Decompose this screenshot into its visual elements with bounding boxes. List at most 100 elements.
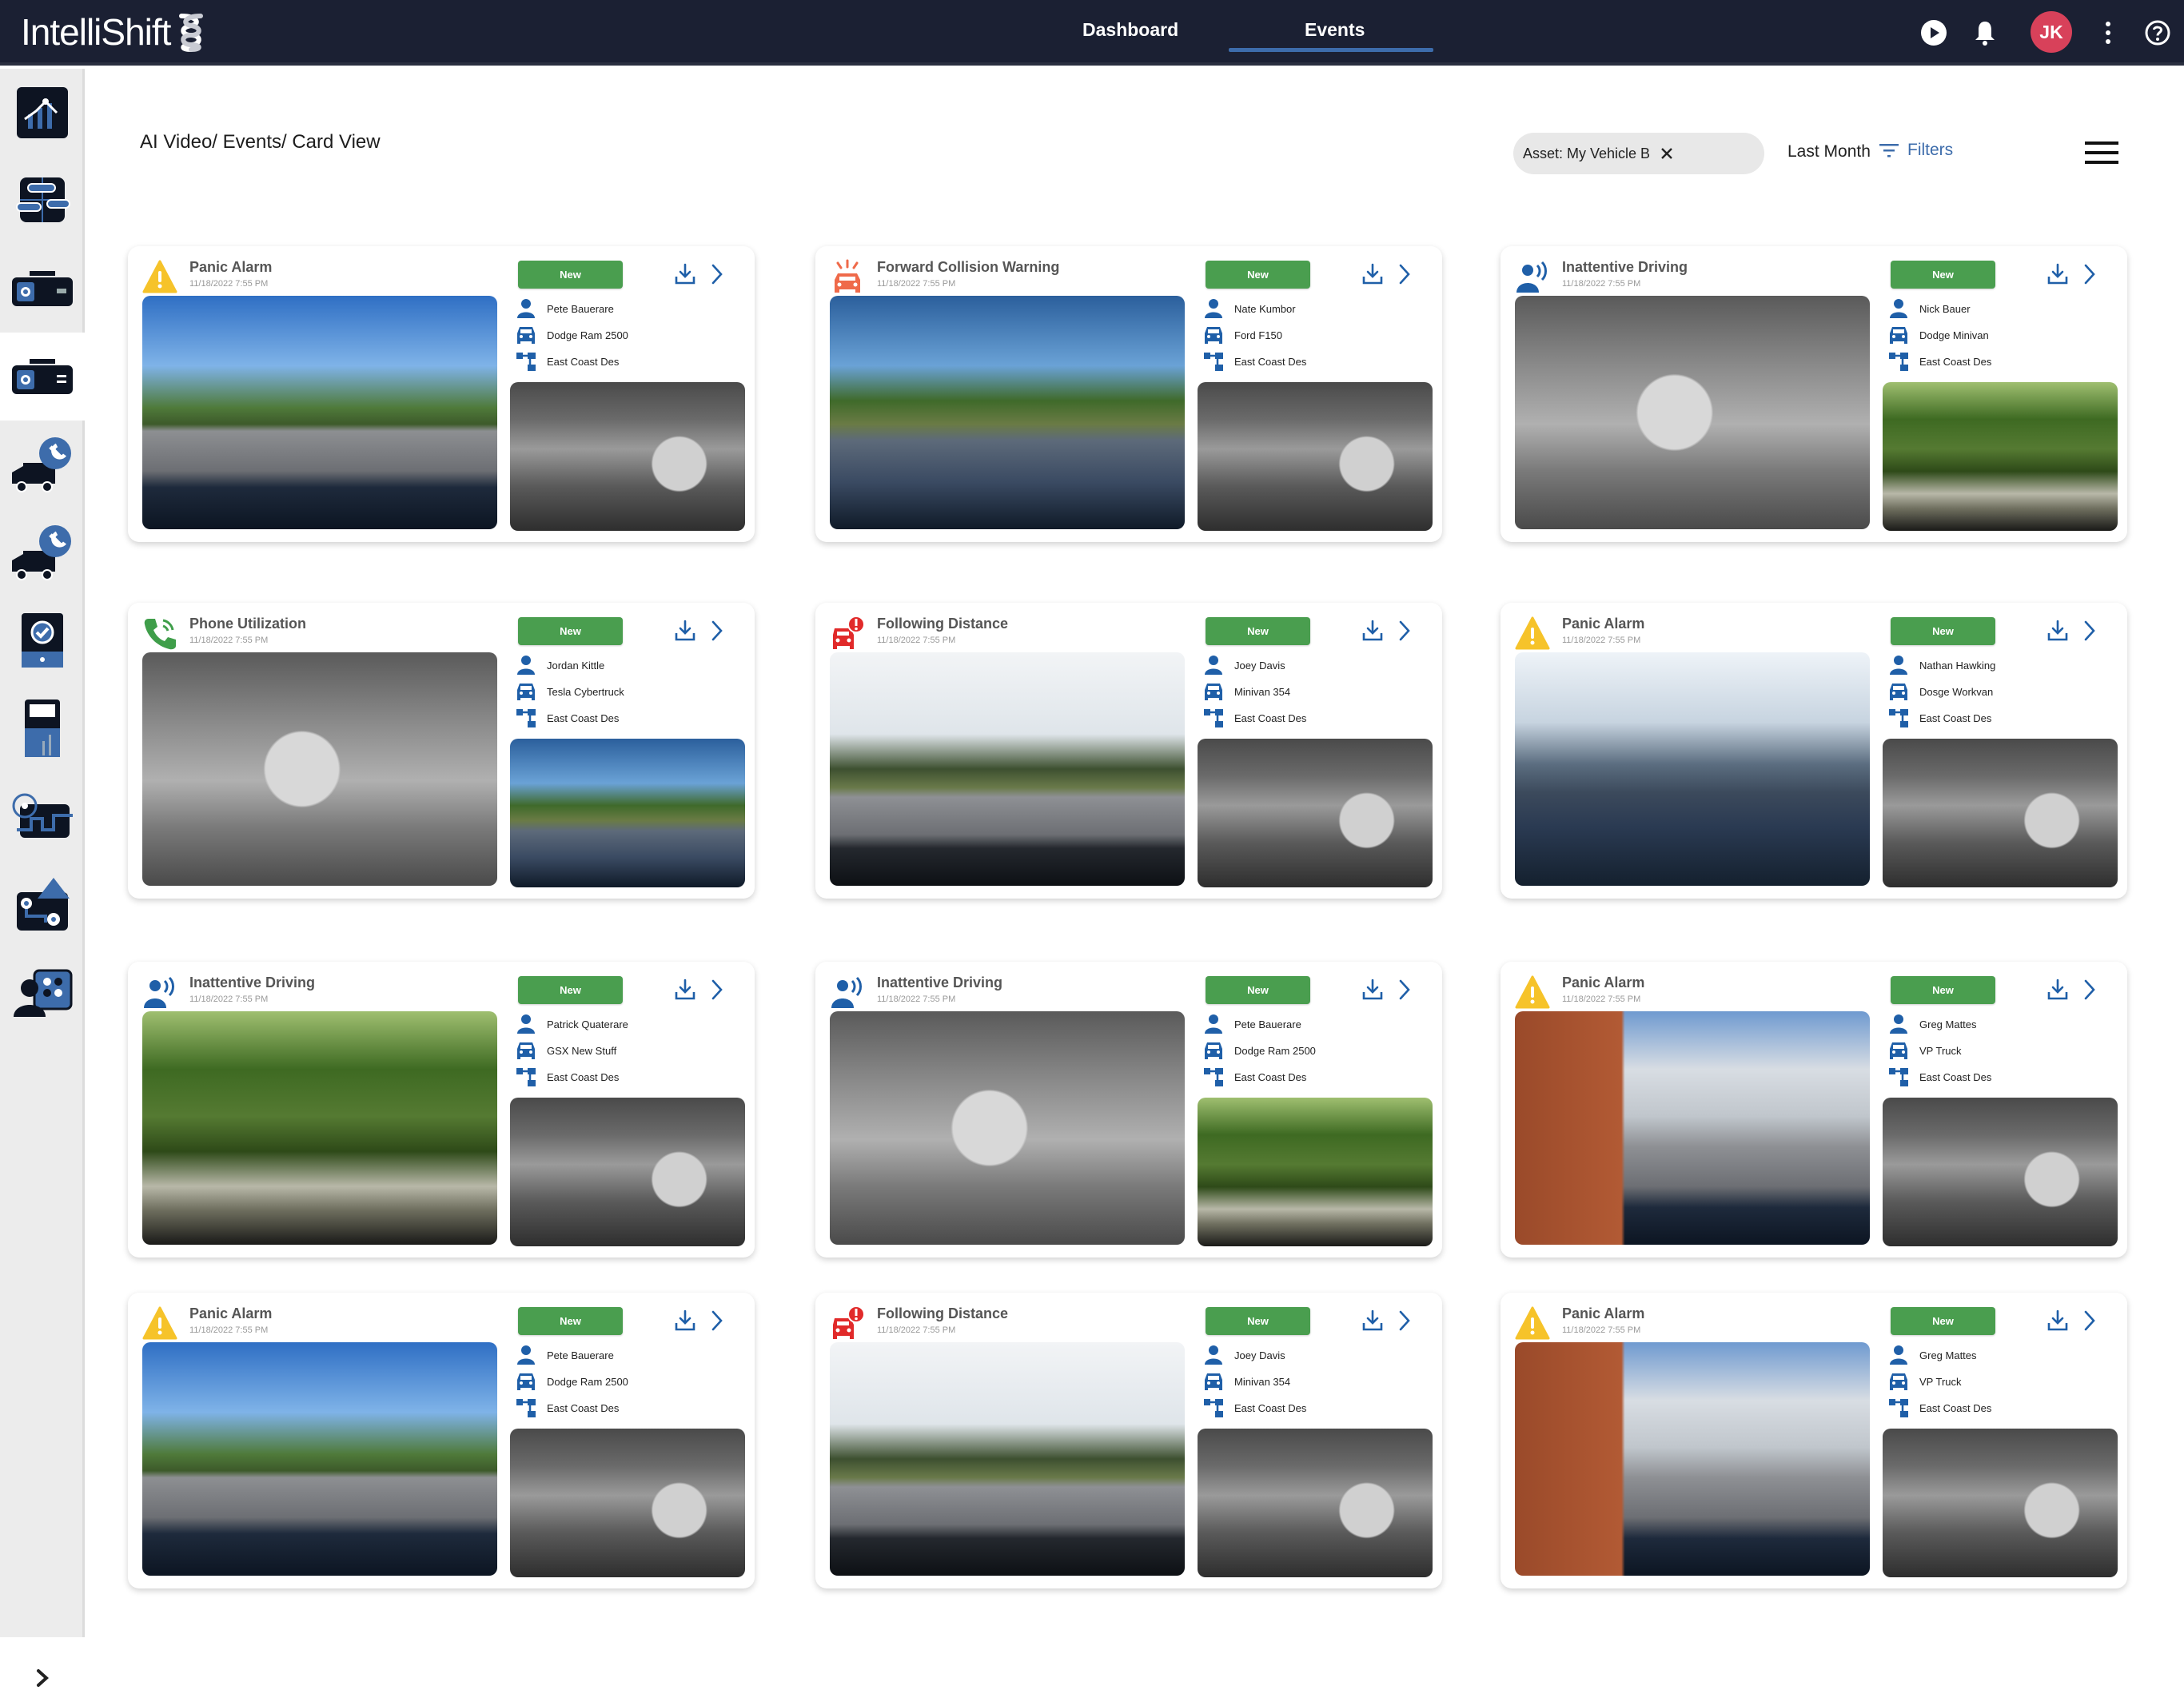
road-facing-video[interactable] (1515, 296, 1870, 529)
driver-name[interactable]: Greg Mattes (1919, 1018, 1977, 1030)
close-icon[interactable] (1660, 146, 1674, 161)
status-badge[interactable]: New (1891, 261, 1995, 289)
download-icon[interactable] (2046, 978, 2070, 1002)
road-facing-video[interactable] (142, 296, 497, 529)
chevron-right-icon[interactable] (1396, 262, 1413, 286)
event-card[interactable]: Inattentive Driving 11/18/2022 7:55 PM N… (1501, 246, 2127, 542)
download-icon[interactable] (673, 978, 697, 1002)
download-icon[interactable] (673, 1309, 697, 1333)
driver-facing-video[interactable] (510, 739, 745, 887)
help-button[interactable] (2142, 18, 2173, 48)
driver-facing-video[interactable] (1198, 382, 1433, 531)
status-badge[interactable]: New (1206, 261, 1310, 289)
download-icon[interactable] (1361, 978, 1385, 1002)
driver-facing-video[interactable] (510, 1098, 745, 1246)
sidebar-item-routes[interactable] (0, 772, 85, 860)
status-badge[interactable]: New (1206, 617, 1310, 645)
vehicle-name[interactable]: Dodge Minivan (1919, 329, 1989, 341)
event-card[interactable]: Panic Alarm 11/18/2022 7:55 PM New Natha… (1501, 603, 2127, 899)
road-facing-video[interactable] (830, 1342, 1185, 1576)
user-avatar[interactable]: JK (2031, 11, 2072, 53)
driver-name[interactable]: Nick Bauer (1919, 303, 1971, 315)
download-icon[interactable] (2046, 1309, 2070, 1333)
driver-facing-video[interactable] (1883, 739, 2118, 887)
road-facing-video[interactable] (142, 1342, 497, 1576)
road-facing-video[interactable] (830, 296, 1185, 529)
road-facing-video[interactable] (1515, 652, 1870, 886)
driver-name[interactable]: Nathan Hawking (1919, 660, 1995, 672)
status-badge[interactable]: New (518, 976, 623, 1004)
status-badge[interactable]: New (518, 617, 623, 645)
status-badge[interactable]: New (1891, 617, 1995, 645)
sidebar-item-dashcam-events[interactable] (0, 333, 85, 421)
brand-logo[interactable]: IntelliShift (21, 10, 209, 54)
filters-button[interactable]: Filters (1879, 141, 1953, 160)
chevron-right-icon[interactable] (1396, 1309, 1413, 1333)
download-icon[interactable] (1361, 262, 1385, 286)
driver-name[interactable]: Greg Mattes (1919, 1349, 1977, 1361)
status-badge[interactable]: New (518, 261, 623, 289)
asset-filter-chip[interactable]: Asset: My Vehicle B (1513, 133, 1764, 174)
event-card[interactable]: Following Distance 11/18/2022 7:55 PM Ne… (815, 1293, 1442, 1588)
vehicle-name[interactable]: Dodge Ram 2500 (547, 329, 628, 341)
chevron-right-icon[interactable] (2081, 1309, 2098, 1333)
status-badge[interactable]: New (1891, 976, 1995, 1004)
driver-facing-video[interactable] (510, 1429, 745, 1577)
road-facing-video[interactable] (830, 1011, 1185, 1245)
road-facing-video[interactable] (142, 652, 497, 886)
download-icon[interactable] (1361, 1309, 1385, 1333)
sidebar-item-service[interactable] (0, 508, 85, 596)
road-facing-video[interactable] (142, 1011, 497, 1245)
event-card[interactable]: Panic Alarm 11/18/2022 7:55 PM New Greg … (1501, 1293, 2127, 1588)
download-icon[interactable] (673, 619, 697, 643)
tab-dashboard[interactable]: Dashboard (1082, 19, 1178, 41)
vehicle-name[interactable]: GSX New Stuff (547, 1045, 616, 1057)
vehicle-name[interactable]: Dodge Ram 2500 (547, 1376, 628, 1388)
event-card[interactable]: Inattentive Driving 11/18/2022 7:55 PM N… (128, 962, 755, 1258)
vehicle-name[interactable]: Minivan 354 (1234, 1376, 1290, 1388)
download-icon[interactable] (2046, 262, 2070, 286)
vehicle-name[interactable]: VP Truck (1919, 1045, 1962, 1057)
sidebar-item-drivers[interactable] (0, 948, 85, 1036)
driver-name[interactable]: Pete Bauerare (547, 1349, 614, 1361)
driver-name[interactable]: Joey Davis (1234, 1349, 1285, 1361)
tab-events[interactable]: Events (1305, 19, 1365, 41)
driver-facing-video[interactable] (1883, 1429, 2118, 1577)
chevron-right-icon[interactable] (1396, 978, 1413, 1002)
driver-facing-video[interactable] (1198, 1098, 1433, 1246)
chevron-right-icon[interactable] (2081, 978, 2098, 1002)
event-card[interactable]: Following Distance 11/18/2022 7:55 PM Ne… (815, 603, 1442, 899)
sidebar-expand-chevron-right-icon[interactable] (30, 1666, 54, 1690)
download-icon[interactable] (673, 262, 697, 286)
event-card[interactable]: Panic Alarm 11/18/2022 7:55 PM New Pete … (128, 1293, 755, 1588)
event-card[interactable]: Phone Utilization 11/18/2022 7:55 PM New… (128, 603, 755, 899)
driver-facing-video[interactable] (1883, 1098, 2118, 1246)
play-button[interactable] (1919, 18, 1949, 48)
driver-name[interactable]: Joey Davis (1234, 660, 1285, 672)
chevron-right-icon[interactable] (1396, 619, 1413, 643)
vehicle-name[interactable]: Minivan 354 (1234, 686, 1290, 698)
more-options-button[interactable] (2093, 18, 2123, 48)
driver-name[interactable]: Patrick Quaterare (547, 1018, 628, 1030)
driver-name[interactable]: Nate Kumbor (1234, 303, 1296, 315)
sidebar-item-analytics[interactable] (0, 69, 85, 157)
sidebar-item-geofences[interactable] (0, 860, 85, 948)
status-badge[interactable]: New (1206, 1307, 1310, 1335)
road-facing-video[interactable] (1515, 1011, 1870, 1245)
chevron-right-icon[interactable] (708, 262, 726, 286)
driver-facing-video[interactable] (1198, 1429, 1433, 1577)
driver-facing-video[interactable] (1883, 382, 2118, 531)
chevron-right-icon[interactable] (708, 978, 726, 1002)
vehicle-name[interactable]: Ford F150 (1234, 329, 1282, 341)
status-badge[interactable]: New (1206, 976, 1310, 1004)
chevron-right-icon[interactable] (2081, 262, 2098, 286)
vehicle-name[interactable]: Dosge Workvan (1919, 686, 1993, 698)
status-badge[interactable]: New (518, 1307, 623, 1335)
chevron-right-icon[interactable] (2081, 619, 2098, 643)
sidebar-item-dashcam[interactable] (0, 245, 85, 333)
event-card[interactable]: Panic Alarm 11/18/2022 7:55 PM New Pete … (128, 246, 755, 542)
event-card[interactable]: Inattentive Driving 11/18/2022 7:55 PM N… (815, 962, 1442, 1258)
event-card[interactable]: Panic Alarm 11/18/2022 7:55 PM New Greg … (1501, 962, 2127, 1258)
vehicle-name[interactable]: Tesla Cybertruck (547, 686, 624, 698)
driver-name[interactable]: Jordan Kittle (547, 660, 604, 672)
